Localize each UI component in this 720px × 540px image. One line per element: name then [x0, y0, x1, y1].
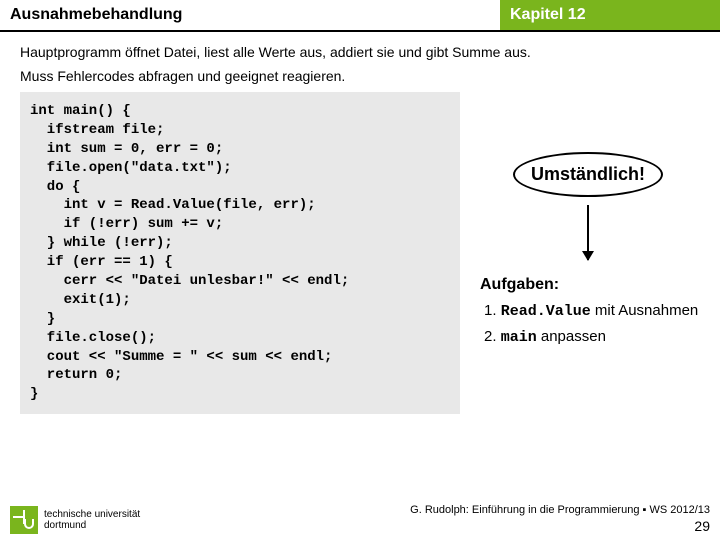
task-2-code: main	[501, 329, 537, 346]
arrow-down-icon	[587, 205, 589, 260]
task-1: 1. Read.Value mit Ausnahmen	[484, 302, 700, 320]
uni-line-1: technische universität	[44, 509, 140, 520]
task-2: 2. main anpassen	[484, 328, 700, 346]
task-1-text: mit Ausnahmen	[591, 302, 699, 319]
uni-line-2: dortmund	[44, 520, 140, 531]
task-2-number: 2.	[484, 328, 501, 345]
footer-right: G. Rudolph: Einführung in die Programmie…	[410, 504, 710, 534]
credit-line: G. Rudolph: Einführung in die Programmie…	[410, 504, 710, 516]
slide-content: Hauptprogramm öffnet Datei, liest alle W…	[0, 32, 720, 414]
header-title-right: Kapitel 12	[500, 0, 720, 30]
slide-header: Ausnahmebehandlung Kapitel 12	[0, 0, 720, 32]
tu-logo-icon	[10, 506, 38, 534]
intro-line-1: Hauptprogramm öffnet Datei, liest alle W…	[20, 44, 700, 60]
intro-line-2: Muss Fehlercodes abfragen und geeignet r…	[20, 68, 700, 84]
code-block: int main() { ifstream file; int sum = 0,…	[20, 92, 460, 414]
university-name: technische universität dortmund	[44, 509, 140, 531]
task-2-text: anpassen	[537, 328, 606, 345]
side-panel: Umständlich! Aufgaben: 1. Read.Value mit…	[476, 92, 700, 414]
tasks-block: Aufgaben: 1. Read.Value mit Ausnahmen 2.…	[476, 276, 700, 354]
tasks-heading: Aufgaben:	[480, 276, 700, 294]
task-1-number: 1.	[484, 302, 501, 319]
comment-bubble: Umständlich!	[513, 152, 663, 197]
slide-number: 29	[410, 518, 710, 534]
header-title-left: Ausnahmebehandlung	[0, 0, 500, 30]
slide-footer: technische universität dortmund G. Rudol…	[10, 504, 710, 534]
main-area: int main() { ifstream file; int sum = 0,…	[20, 92, 700, 414]
university-logo: technische universität dortmund	[10, 506, 140, 534]
task-1-code: Read.Value	[501, 303, 591, 320]
